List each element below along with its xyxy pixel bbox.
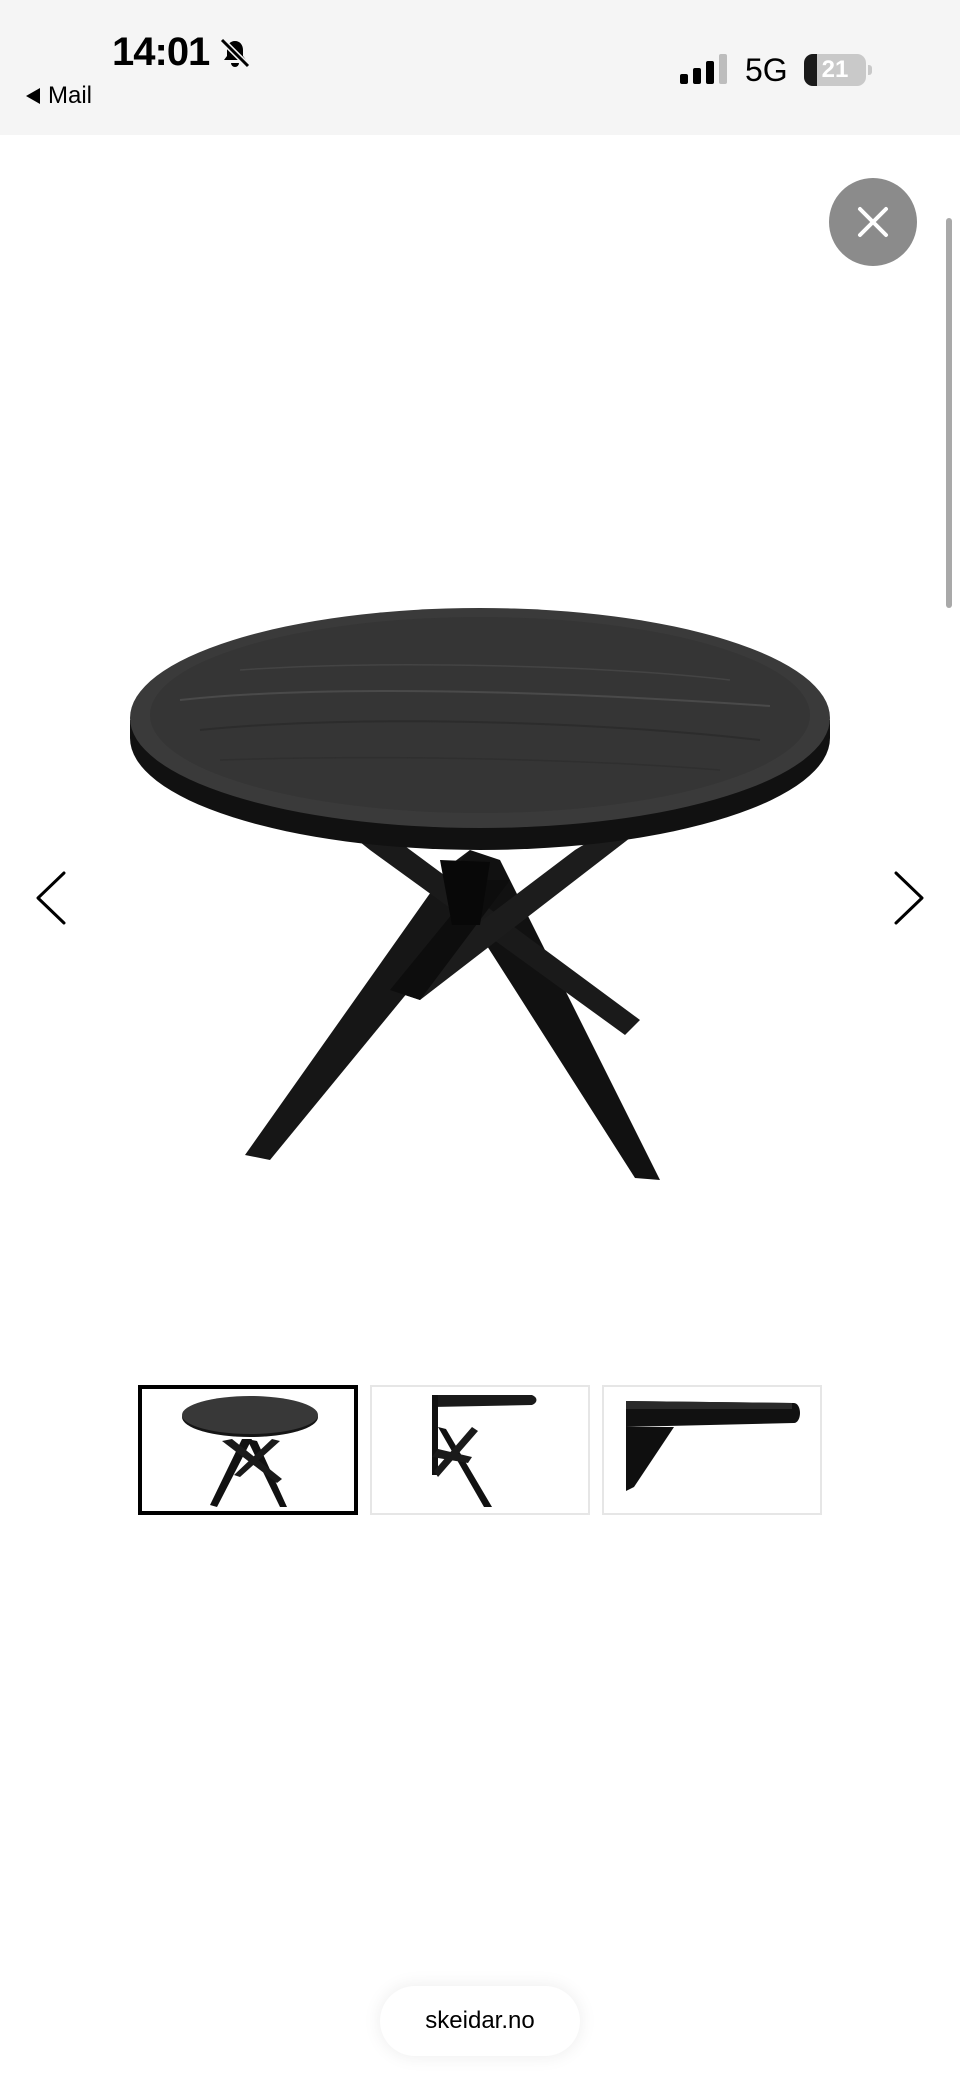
battery-icon: 21 bbox=[804, 54, 872, 86]
status-time: 14:01 bbox=[112, 30, 210, 74]
status-bar: 14:01 Mail 5G 21 bbox=[0, 0, 960, 135]
product-image-table bbox=[130, 608, 830, 1180]
thumbnail-3[interactable] bbox=[602, 1385, 822, 1515]
network-type: 5G bbox=[745, 52, 788, 88]
thumbnail-strip bbox=[138, 1385, 822, 1515]
back-to-mail-link[interactable]: Mail bbox=[26, 82, 92, 110]
cellular-signal-icon bbox=[680, 54, 727, 84]
chevron-right-icon[interactable] bbox=[888, 868, 928, 928]
back-app-label: Mail bbox=[48, 82, 93, 109]
scrollbar[interactable] bbox=[946, 218, 952, 608]
battery-level: 21 bbox=[821, 56, 849, 83]
url-domain: skeidar.no bbox=[425, 2007, 535, 2034]
chevron-left-icon[interactable] bbox=[32, 868, 72, 928]
close-icon bbox=[858, 207, 888, 237]
close-button[interactable] bbox=[829, 178, 917, 266]
bell-slash-icon bbox=[219, 37, 251, 69]
thumbnail-2[interactable] bbox=[370, 1385, 590, 1515]
back-arrow-icon bbox=[26, 88, 40, 104]
thumbnail-1[interactable] bbox=[138, 1385, 358, 1515]
url-bar[interactable]: skeidar.no bbox=[380, 1986, 580, 2056]
